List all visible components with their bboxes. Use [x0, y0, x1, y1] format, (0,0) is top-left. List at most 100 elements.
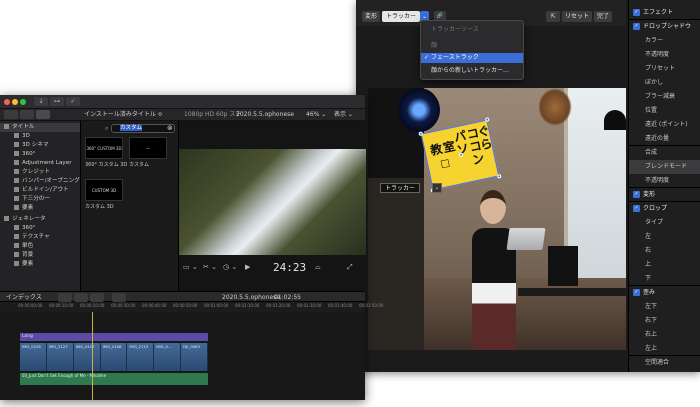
- sidebar-item[interactable]: ビルドイン/アウト: [0, 186, 80, 195]
- inspector-row[interactable]: 空間適合: [629, 356, 700, 370]
- overwrite-clip-icon[interactable]: [90, 293, 104, 302]
- insert-clip-icon[interactable]: [74, 293, 88, 302]
- sidebar-item[interactable]: タイトル: [0, 123, 80, 132]
- inspector-row[interactable]: ✓ ドロップシャドウ: [629, 20, 700, 34]
- title-thumbnail[interactable]: CUSTOM 3D: [85, 179, 123, 201]
- inspector-row[interactable]: 合成: [629, 146, 700, 160]
- title-thumbnail[interactable]: 360° CUSTOM 3D: [85, 137, 123, 159]
- video-clip[interactable]: IMG_0105: [20, 343, 47, 371]
- sidebar-item[interactable]: テクスチャ: [0, 233, 80, 242]
- inspector-row[interactable]: 下: [629, 272, 700, 286]
- inspector-row[interactable]: ブレンドモード: [629, 160, 700, 174]
- transform-button[interactable]: 変形: [362, 11, 381, 22]
- photos-audio-icon[interactable]: [20, 110, 34, 119]
- inspector-row[interactable]: プリセット: [629, 62, 700, 76]
- audio-clip[interactable]: 03_Just Don't Get Enough of Me - Mikalin…: [20, 373, 208, 385]
- done-button[interactable]: 完了: [594, 11, 613, 22]
- checkbox-icon[interactable]: ✓: [633, 191, 640, 198]
- viewer-frame-waterfall[interactable]: [179, 149, 366, 255]
- inspector-row[interactable]: 上: [629, 258, 700, 272]
- sidebar-item[interactable]: ジェネレータ: [0, 215, 80, 224]
- inspector-row[interactable]: ✓ 変形: [629, 188, 700, 202]
- sidebar-item[interactable]: クレジット: [0, 168, 80, 177]
- play-icon[interactable]: ▶: [245, 263, 250, 271]
- inspector-row[interactable]: 左: [629, 230, 700, 244]
- sidebar-item[interactable]: 要素: [0, 204, 80, 213]
- sidebar-item[interactable]: 単色: [0, 242, 80, 251]
- video-clip[interactable]: IMG_2115: [127, 343, 155, 371]
- keywords-icon[interactable]: ⊶: [50, 97, 64, 106]
- reset-button[interactable]: リセット: [562, 11, 593, 22]
- video-clip[interactable]: DJI_0063: [181, 343, 208, 371]
- sidebar-item[interactable]: 下三分の一: [0, 195, 80, 204]
- import-icon[interactable]: ↓: [34, 97, 48, 106]
- inspector-row[interactable]: 位置: [629, 104, 700, 118]
- playhead[interactable]: [92, 312, 93, 400]
- zoom-window-icon[interactable]: [20, 99, 26, 105]
- video-clip[interactable]: IMG_0127: [73, 343, 101, 371]
- video-clip[interactable]: IMG_2108: [100, 343, 128, 371]
- tracker-chip-chevron-icon[interactable]: ⌄: [432, 183, 442, 193]
- inspector-row[interactable]: ✓ 歪み: [629, 286, 700, 300]
- checkbox-icon[interactable]: ✓: [633, 205, 640, 212]
- menu-item-face-track[interactable]: ✓ フェーストラック: [421, 53, 523, 63]
- titles-generators-icon[interactable]: [36, 110, 50, 119]
- inspector-row[interactable]: 遠近 (ポイント): [629, 118, 700, 132]
- libraries-icon[interactable]: [4, 110, 18, 119]
- inspector-row[interactable]: ✓ エフェクト: [629, 6, 700, 20]
- checkbox-icon[interactable]: ✓: [633, 9, 640, 16]
- transform-handle[interactable]: [418, 131, 424, 137]
- background-task-icon[interactable]: ✓: [66, 97, 80, 106]
- inspector-row[interactable]: 遠近の量: [629, 132, 700, 146]
- inspector-row[interactable]: タイプ: [629, 216, 700, 230]
- tracker-chip[interactable]: トラッカー: [380, 183, 421, 193]
- inspector-row[interactable]: 不透明度: [629, 48, 700, 62]
- inspector-row[interactable]: ぼかし: [629, 76, 700, 90]
- checkbox-icon[interactable]: ✓: [633, 289, 640, 296]
- sidebar-item[interactable]: Adjustment Layer: [0, 159, 80, 168]
- fullscreen-icon[interactable]: ⤢: [347, 263, 353, 272]
- video-clip[interactable]: IMG_0...: [154, 343, 182, 371]
- sidebar-item[interactable]: 背景: [0, 251, 80, 260]
- sidebar-item[interactable]: 3D: [0, 132, 80, 141]
- audio-meter-icon[interactable]: ⌓: [315, 263, 321, 272]
- minimize-window-icon[interactable]: [12, 99, 18, 105]
- browser-category-popup[interactable]: インストール済みタイトル ≎: [84, 109, 163, 121]
- viewer-canvas[interactable]: コ ぐ ら パ ソ コ ン 教 室 □ トラッカー ⌄: [368, 88, 626, 350]
- checkbox-icon[interactable]: ✓: [633, 23, 640, 30]
- inspector-row[interactable]: 右: [629, 244, 700, 258]
- inspector-row[interactable]: ✓ クロップ: [629, 202, 700, 216]
- zoom-popup[interactable]: 46% ⌄: [306, 109, 326, 121]
- inspector-row[interactable]: 左上: [629, 342, 700, 356]
- inspector-row[interactable]: 不透明度: [629, 174, 700, 188]
- sidebar-item[interactable]: バンパー/オープニング: [0, 177, 80, 186]
- timeline-ruler[interactable]: 00:00:00:00 00:00:10:00 00:00:20:00 00:00:3…: [0, 302, 383, 312]
- timeline-area[interactable]: Long IMG_0105 IMG_2127 IMG_0127 IMG_2108 IMG…: [0, 312, 365, 400]
- sidebar-item[interactable]: 3D シネマ: [0, 141, 80, 150]
- title-clip[interactable]: Long: [20, 333, 208, 341]
- sidebar-item[interactable]: 要素: [0, 260, 80, 269]
- menu-item-new-tracker-from-face[interactable]: 顔からの新しいトラッカー...: [421, 66, 523, 76]
- retime-icon[interactable]: ◷ ⌄: [223, 263, 237, 271]
- title-thumbnail[interactable]: —: [129, 137, 167, 159]
- inspector-row[interactable]: ブラー減衰: [629, 90, 700, 104]
- fit-icon[interactable]: ⇱: [546, 11, 560, 22]
- view-options-icon[interactable]: ▭ ⌄: [183, 263, 198, 271]
- inspector-row[interactable]: 右下: [629, 314, 700, 328]
- sidebar-item[interactable]: 360°: [0, 150, 80, 159]
- inspector-row[interactable]: カラー: [629, 34, 700, 48]
- sidebar-item[interactable]: 360°: [0, 224, 80, 233]
- inspector-row[interactable]: 左下: [629, 300, 700, 314]
- search-input[interactable]: カスタム: [111, 124, 175, 133]
- trim-tools-icon[interactable]: ✂ ⌄: [203, 263, 217, 271]
- view-popup[interactable]: 表示 ⌄: [334, 109, 353, 121]
- select-tool-icon[interactable]: [112, 293, 126, 302]
- clear-search-icon[interactable]: ⊗: [167, 124, 173, 132]
- tracker-popup-button[interactable]: トラッカー: [382, 11, 420, 22]
- inspector-divider: [629, 187, 700, 188]
- close-window-icon[interactable]: [4, 99, 10, 105]
- inspector-row[interactable]: 右上: [629, 328, 700, 342]
- append-clip-icon[interactable]: [58, 293, 72, 302]
- titles-sidebar: タイトル 3D 3D シネマ 360° Adjustment Layer クレジット バンパ…: [0, 121, 80, 291]
- video-clip[interactable]: IMG_2127: [46, 343, 74, 371]
